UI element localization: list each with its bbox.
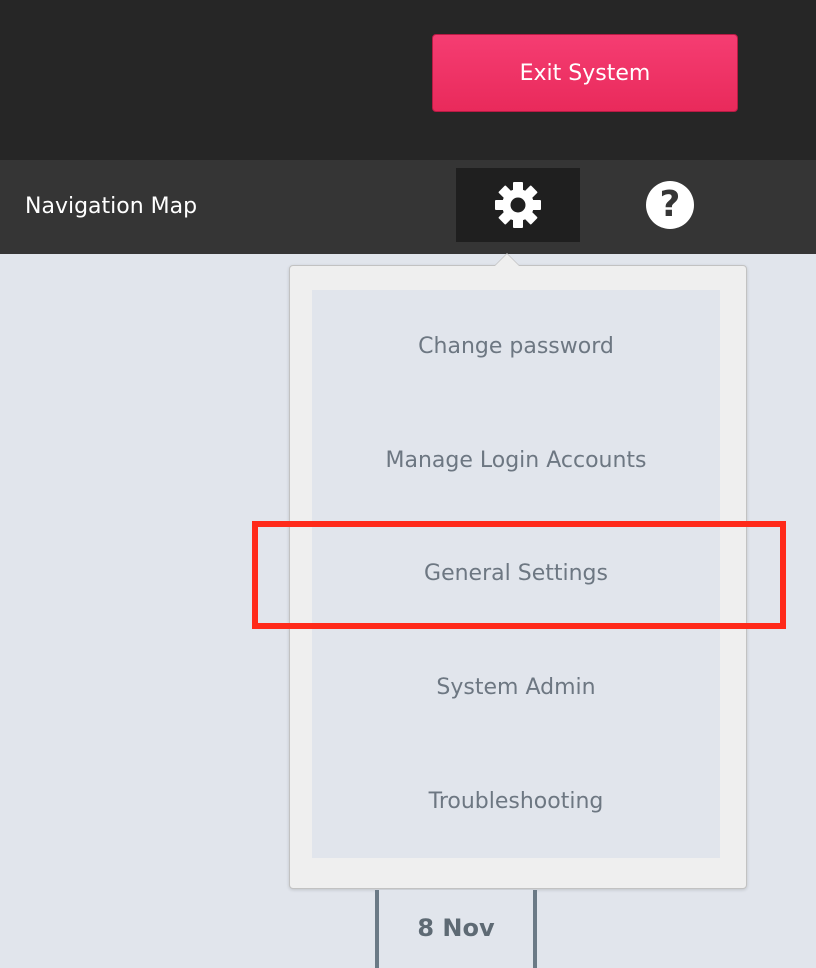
navigation-map-title: Navigation Map (25, 194, 198, 219)
settings-button[interactable] (456, 168, 580, 242)
exit-system-button[interactable]: Exit System (432, 34, 738, 112)
dropdown-pointer (494, 253, 520, 266)
top-bar: Exit System (0, 0, 816, 160)
navigation-bar: Navigation Map ? (0, 160, 816, 254)
settings-menu-list: Change password Manage Login Accounts Ge… (312, 290, 720, 858)
help-icon: ? (646, 181, 694, 229)
menu-item-change-password[interactable]: Change password (312, 290, 720, 404)
menu-item-general-settings[interactable]: General Settings (312, 517, 720, 631)
date-label: 8 Nov (417, 914, 495, 942)
calendar-date-tab[interactable]: 8 Nov (375, 890, 537, 968)
menu-item-troubleshooting[interactable]: Troubleshooting (312, 744, 720, 858)
menu-item-manage-login-accounts[interactable]: Manage Login Accounts (312, 404, 720, 518)
settings-dropdown-menu: Change password Manage Login Accounts Ge… (289, 253, 747, 889)
menu-item-system-admin[interactable]: System Admin (312, 631, 720, 745)
help-button[interactable]: ? (632, 168, 708, 242)
gear-icon (495, 182, 541, 228)
